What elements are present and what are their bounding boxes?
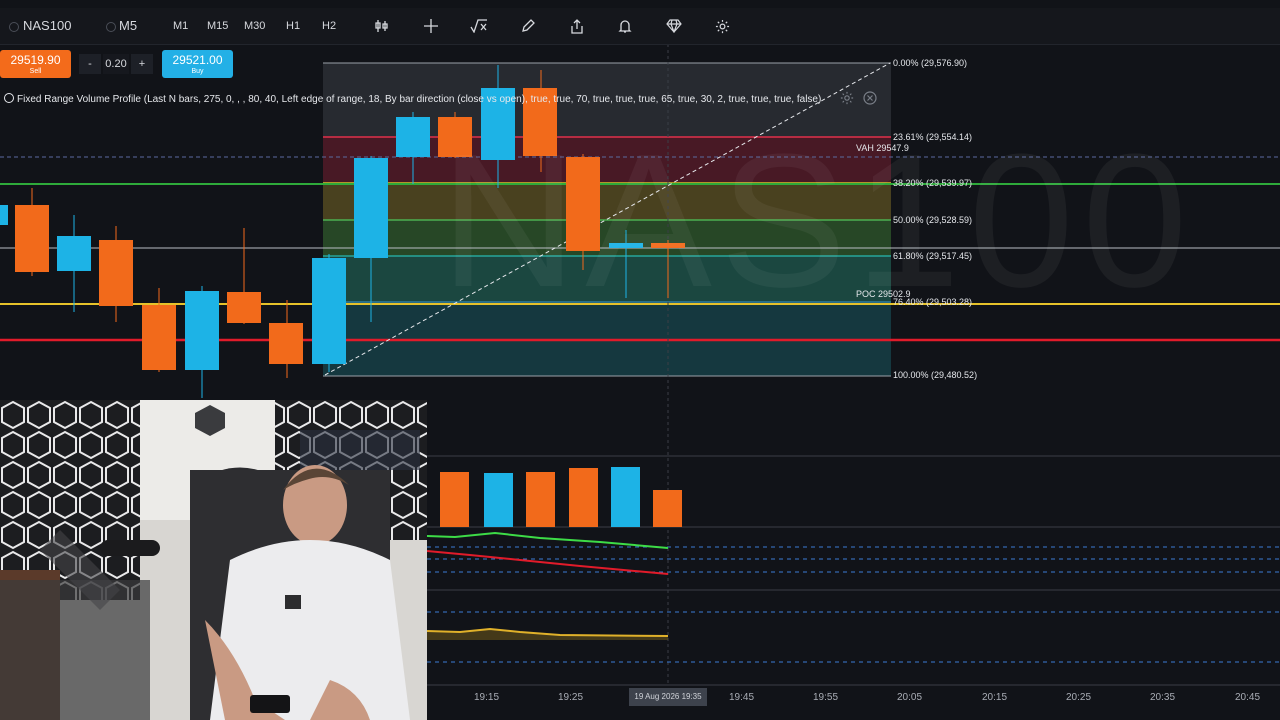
- quantity-increase-button[interactable]: +: [131, 54, 153, 74]
- time-label: 20:25: [1066, 692, 1092, 703]
- fib-label: 0.00% (29,576.90): [893, 58, 968, 68]
- indicator-remove-icon[interactable]: [863, 91, 877, 105]
- webcam-image: [0, 400, 427, 720]
- candle: [15, 205, 49, 272]
- time-label: 20:45: [1235, 692, 1261, 703]
- time-label: 19:15: [474, 692, 500, 703]
- sell-button[interactable]: 29519.90 Sell: [0, 50, 71, 78]
- fib-label: 23.61% (29,554.14): [893, 132, 973, 142]
- interval-dot: [106, 22, 116, 32]
- top-toolbar: NAS100 M5 M1 M15 M30 H1 H2: [0, 8, 1280, 45]
- time-label: 20:15: [982, 692, 1008, 703]
- poc-label: POC 29502.9: [856, 289, 911, 299]
- time-label: 19:55: [813, 692, 839, 703]
- sell-label: Sell: [29, 68, 42, 75]
- quantity-input[interactable]: 0.20: [103, 54, 129, 74]
- diamond-icon[interactable]: [664, 16, 684, 36]
- crosshair-icon[interactable]: [421, 16, 441, 36]
- share-icon[interactable]: [567, 16, 587, 36]
- candle: [269, 323, 303, 364]
- buy-label: Buy: [191, 68, 204, 75]
- indicators-icon[interactable]: [372, 16, 392, 36]
- candle: [185, 291, 219, 370]
- info-icon: [4, 93, 14, 103]
- vah-label: VAH 29547.9: [856, 143, 909, 153]
- time-label: 19:25: [558, 692, 584, 703]
- time-label: 19:45: [729, 692, 755, 703]
- symbol-selector[interactable]: NAS100: [23, 8, 71, 44]
- fib-label: 38.20% (29,539.97): [893, 178, 973, 188]
- fib-label: 50.00% (29,528.59): [893, 215, 973, 225]
- symbol-watermark: NAS100: [440, 115, 1196, 327]
- timeframe-h1[interactable]: H1: [286, 8, 300, 44]
- candle: [57, 236, 91, 271]
- interval-selector[interactable]: M5: [119, 8, 137, 44]
- quantity-decrease-button[interactable]: -: [79, 54, 101, 74]
- buy-price: 29521.00: [172, 53, 223, 67]
- timeframe-m30[interactable]: M30: [244, 8, 265, 44]
- candle: [0, 205, 8, 225]
- candle: [396, 117, 430, 157]
- time-label: 20:35: [1150, 692, 1176, 703]
- timeframe-m1[interactable]: M1: [173, 8, 188, 44]
- status-dot: [9, 22, 19, 32]
- indicator-title: Fixed Range Volume Profile (Last N bars,…: [17, 94, 822, 105]
- fib-label: 100.00% (29,480.52): [893, 370, 978, 380]
- buy-button[interactable]: 29521.00 Buy: [162, 50, 233, 78]
- fib-label: 61.80% (29,517.45): [893, 251, 973, 261]
- indicator-legend[interactable]: Fixed Range Volume Profile (Last N bars,…: [4, 93, 821, 105]
- candle: [142, 305, 176, 370]
- alert-bell-icon[interactable]: [615, 16, 635, 36]
- crosshair-time-label: 19 Aug 2026 19:35: [629, 688, 707, 706]
- timeframe-m15[interactable]: M15: [207, 8, 228, 44]
- timeframe-h2[interactable]: H2: [322, 8, 336, 44]
- candle: [99, 240, 133, 306]
- webcam-overlay: [0, 400, 427, 720]
- function-icon[interactable]: [469, 16, 489, 36]
- pencil-icon[interactable]: [518, 16, 538, 36]
- candle: [227, 292, 261, 323]
- gear-icon[interactable]: [712, 16, 732, 36]
- candle: [354, 158, 388, 258]
- time-label: 20:05: [897, 692, 923, 703]
- candle: [312, 258, 346, 364]
- indicator-settings-icon[interactable]: [840, 91, 854, 105]
- sell-price: 29519.90: [10, 53, 61, 67]
